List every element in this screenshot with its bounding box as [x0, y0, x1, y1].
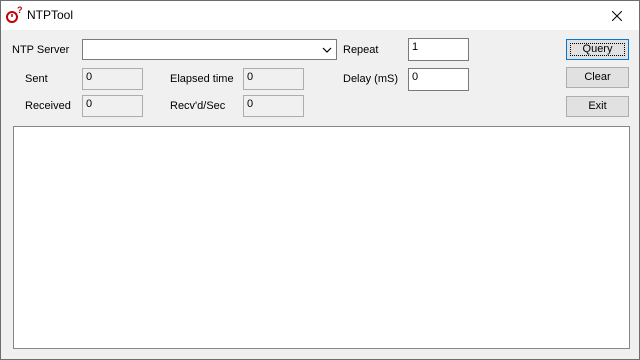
exit-button[interactable]: Exit	[566, 96, 629, 117]
ntp-server-combobox[interactable]	[82, 39, 337, 60]
close-button[interactable]	[594, 1, 639, 30]
chevron-down-icon[interactable]	[320, 43, 334, 57]
svg-text:?: ?	[17, 6, 23, 15]
app-icon: ?	[6, 6, 23, 23]
clear-button[interactable]: Clear	[566, 67, 629, 88]
delay-input[interactable]: 0	[408, 68, 469, 91]
received-label: Received	[25, 100, 71, 112]
query-button[interactable]: Query	[566, 39, 629, 60]
window-title: NTPTool	[27, 8, 74, 22]
output-textarea[interactable]	[13, 126, 630, 349]
elapsed-time-label: Elapsed time	[170, 73, 234, 85]
sent-label: Sent	[25, 73, 48, 85]
query-button-label: Query	[582, 43, 613, 55]
elapsed-time-value: 0	[243, 68, 304, 90]
sent-value: 0	[82, 68, 143, 90]
ntp-server-label: NTP Server	[12, 44, 70, 56]
title-bar: ? NTPTool	[1, 1, 639, 30]
recvd-per-sec-value: 0	[243, 95, 304, 117]
clear-button-label: Clear	[584, 71, 611, 83]
delay-label: Delay (mS)	[343, 73, 399, 85]
received-value: 0	[82, 95, 143, 117]
recvd-per-sec-label: Recv'd/Sec	[170, 100, 226, 112]
repeat-input[interactable]: 1	[408, 38, 469, 61]
close-icon	[611, 10, 622, 21]
repeat-label: Repeat	[343, 44, 379, 56]
exit-button-label: Exit	[588, 100, 607, 112]
ntptool-window: ? NTPTool NTP Server Repeat 1 Sent 0 Ela…	[0, 0, 640, 360]
